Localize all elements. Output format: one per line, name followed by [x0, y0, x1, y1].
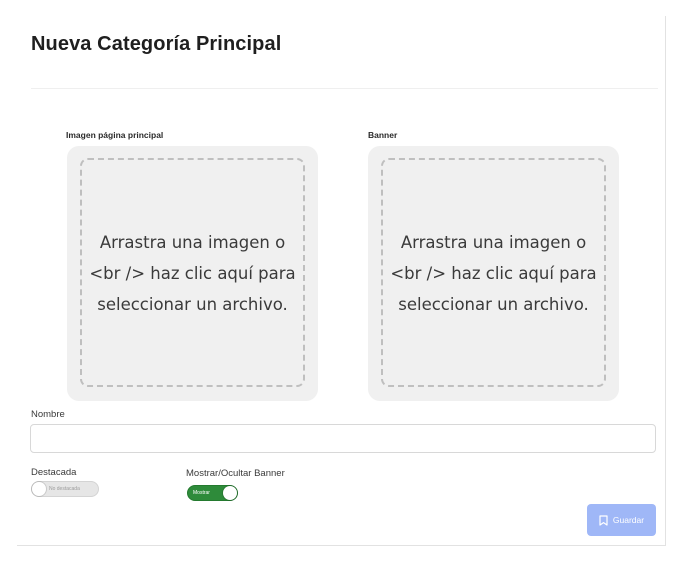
main-image-dropzone[interactable]: Arrastra una imagen o <br /> haz clic aq…	[67, 146, 318, 401]
main-image-dropzone-border: Arrastra una imagen o <br /> haz clic aq…	[80, 158, 305, 387]
featured-toggle-knob	[32, 482, 46, 496]
category-form-card: Nueva Categoría Principal Imagen página …	[17, 16, 666, 546]
name-label: Nombre	[31, 409, 65, 420]
save-button[interactable]: Guardar	[587, 504, 656, 536]
featured-toggle-text: No destacada	[49, 486, 80, 492]
featured-label: Destacada	[31, 467, 77, 478]
page-title: Nueva Categoría Principal	[31, 33, 282, 55]
banner-visibility-toggle-knob	[223, 486, 237, 500]
main-image-label: Imagen página principal	[66, 130, 164, 140]
banner-dropzone-text: Arrastra una imagen o <br /> haz clic aq…	[390, 233, 597, 314]
save-icon	[599, 514, 608, 526]
banner-visibility-toggle[interactable]: Mostrar	[187, 485, 238, 501]
banner-label: Banner	[368, 130, 398, 140]
featured-toggle[interactable]: No destacada	[31, 481, 99, 497]
banner-dropzone-border: Arrastra una imagen o <br /> haz clic aq…	[381, 158, 606, 387]
banner-visibility-label: Mostrar/Ocultar Banner	[186, 468, 285, 479]
save-button-label: Guardar	[612, 515, 645, 525]
title-divider	[31, 88, 658, 89]
name-input[interactable]	[30, 424, 656, 453]
banner-visibility-toggle-text: Mostrar	[193, 490, 210, 496]
banner-dropzone[interactable]: Arrastra una imagen o <br /> haz clic aq…	[368, 146, 619, 401]
main-image-dropzone-text: Arrastra una imagen o <br /> haz clic aq…	[89, 233, 296, 314]
